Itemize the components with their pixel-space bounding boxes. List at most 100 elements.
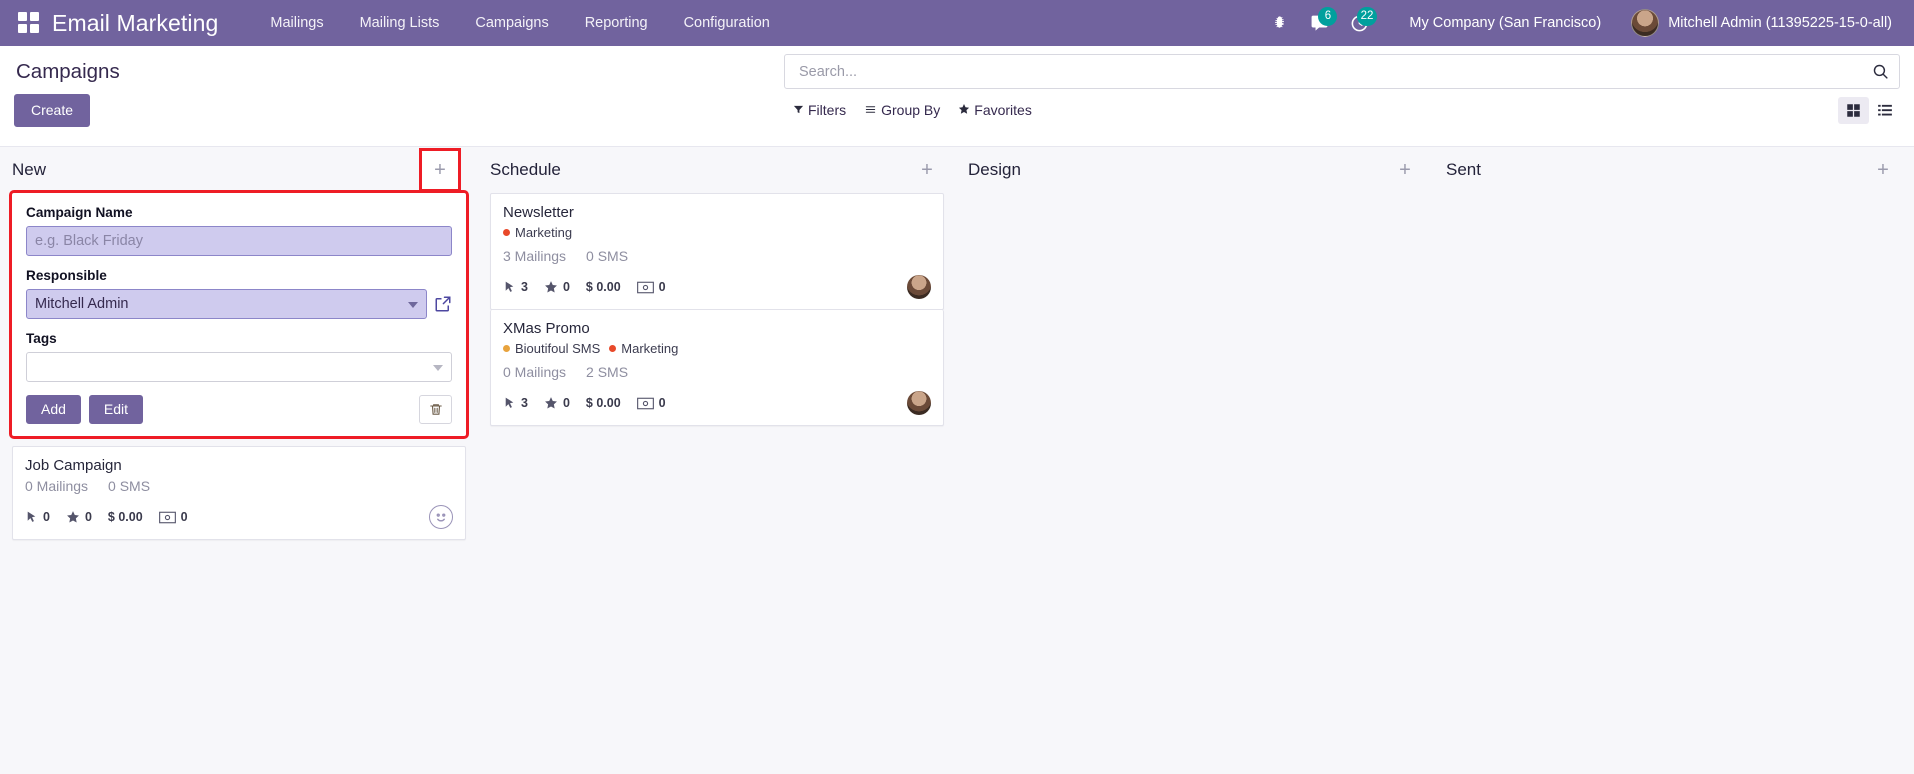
kanban-card-job-campaign[interactable]: Job Campaign 0 Mailings 0 SMS 0 0 $ 0.00… [12, 446, 466, 540]
stat-invoiced-value: 0 [180, 510, 188, 524]
card-stats: 3 0 $ 0.00 0 [503, 275, 931, 299]
stat-invoiced: 0 [158, 510, 188, 524]
menu-item-mailing-lists[interactable]: Mailing Lists [342, 9, 458, 37]
tag-label: Marketing [515, 225, 573, 240]
kanban-column-header: Schedule + [478, 147, 944, 193]
search-icon[interactable] [1872, 63, 1889, 80]
app-brand-title[interactable]: Email Marketing [52, 10, 218, 37]
star-icon [958, 102, 970, 118]
apps-grid-icon[interactable] [18, 12, 40, 34]
stat-revenue-value: $ 0.00 [585, 396, 621, 410]
card-counts: 0 Mailings 2 SMS [503, 364, 931, 380]
activities-badge: 22 [1356, 7, 1378, 26]
card-tags: Bioutifoul SMS Marketing [503, 341, 931, 356]
filter-icon [793, 102, 804, 118]
stat-invoiced-value: 0 [658, 280, 666, 294]
plus-icon[interactable]: + [1390, 155, 1420, 185]
messages-icon[interactable]: 6 [1299, 6, 1339, 40]
stat-clicks-value: 3 [521, 280, 528, 294]
responsible-value: Mitchell Admin [35, 296, 129, 312]
page-title: Campaigns [16, 60, 120, 83]
tag-label: Bioutifoul SMS [515, 341, 601, 356]
stat-revenue: $ 0.00 [108, 510, 143, 524]
card-sms-count: 0 SMS [586, 248, 629, 264]
search-bar[interactable] [784, 54, 1900, 89]
user-menu[interactable]: Mitchell Admin (11395225-15-0-all) [1617, 5, 1900, 41]
stat-leads: 0 [66, 510, 92, 524]
kanban-column-title: Schedule [490, 160, 561, 179]
kanban-column-sent: Sent + [1434, 147, 1912, 774]
apps-grid-square [18, 12, 27, 21]
plus-icon[interactable]: + [912, 155, 942, 185]
control-panel-right: Filters Group By F [784, 54, 1900, 124]
kanban-column-new: New + Campaign Name Responsible Mitchell… [0, 147, 478, 774]
responsible-row: Mitchell Admin [26, 289, 452, 319]
card-stats: 3 0 $ 0.00 0 [503, 391, 931, 415]
stat-leads: 0 [544, 280, 570, 294]
debug-bug-icon[interactable] [1259, 6, 1299, 40]
trash-icon[interactable] [419, 395, 452, 424]
responsible-label: Responsible [26, 268, 107, 283]
campaign-name-input[interactable] [26, 226, 452, 256]
card-sms-count: 0 SMS [108, 478, 151, 494]
card-mailings-count: 0 Mailings [25, 478, 89, 494]
plus-icon[interactable]: + [1868, 155, 1898, 185]
list-view-button[interactable] [1869, 97, 1900, 124]
tag-color-dot [609, 345, 617, 352]
tag-label: Marketing [621, 341, 679, 356]
chevron-down-icon [433, 365, 443, 371]
card-title: XMas Promo [503, 320, 590, 337]
kanban-column-title: Sent [1446, 160, 1481, 179]
apps-grid-square [30, 24, 39, 33]
card-title: Job Campaign [25, 457, 122, 474]
activities-clock-icon[interactable]: 22 [1339, 6, 1379, 40]
plus-icon[interactable]: + [419, 148, 461, 192]
quick-create-form: Campaign Name Responsible Mitchell Admin [12, 193, 466, 436]
kanban-view-button[interactable] [1838, 96, 1869, 124]
avatar[interactable] [907, 275, 931, 299]
quick-create-actions: Add Edit [26, 395, 452, 424]
edit-button[interactable]: Edit [88, 395, 144, 424]
menu-item-configuration[interactable]: Configuration [666, 9, 788, 37]
star-icon [67, 511, 79, 523]
tag-color-dot [503, 229, 510, 236]
star-icon [545, 281, 557, 293]
add-button[interactable]: Add [26, 395, 81, 424]
kanban-column-title: Design [968, 160, 1021, 179]
main-menu: Mailings Mailing Lists Campaigns Reporti… [252, 9, 787, 37]
tags-select[interactable] [26, 352, 452, 382]
stat-clicks: 3 [503, 396, 528, 410]
tags-label: Tags [26, 331, 57, 346]
group-by-button[interactable]: Group By [855, 99, 949, 121]
filters-button[interactable]: Filters [784, 99, 855, 121]
banknote-icon [636, 281, 654, 293]
kanban-column-header: New + [0, 147, 466, 193]
kanban-card-newsletter[interactable]: Newsletter Marketing 3 Mailings 0 SMS 3 [490, 193, 944, 310]
kanban-column-header: Design + [956, 147, 1422, 193]
search-input[interactable] [797, 62, 1872, 81]
company-switcher[interactable]: My Company (San Francisco) [1393, 9, 1617, 37]
quick-create-highlight: Campaign Name Responsible Mitchell Admin [9, 190, 469, 439]
menu-item-campaigns[interactable]: Campaigns [457, 9, 566, 37]
menu-item-mailings[interactable]: Mailings [252, 9, 341, 37]
menu-item-reporting[interactable]: Reporting [567, 9, 666, 37]
chevron-down-icon [408, 302, 418, 308]
stat-leads: 0 [544, 396, 570, 410]
kanban-card-xmas-promo[interactable]: XMas Promo Bioutifoul SMS Marketing 0 Ma… [490, 310, 944, 426]
navbar-systray: 6 22 My Company (San Francisco) Mitchell… [1259, 5, 1900, 41]
stat-leads-value: 0 [84, 510, 92, 524]
responsible-select[interactable]: Mitchell Admin [26, 289, 427, 319]
filter-row: Filters Group By Favorites [784, 96, 1900, 124]
campaign-name-label: Campaign Name [26, 205, 133, 220]
favorites-button[interactable]: Favorites [949, 99, 1041, 121]
card-mailings-count: 0 Mailings [503, 364, 567, 380]
smiley-placeholder-avatar[interactable] [429, 505, 453, 529]
kanban-column-body: Campaign Name Responsible Mitchell Admin [0, 190, 469, 540]
stat-revenue-value: $ 0.00 [585, 280, 621, 294]
avatar[interactable] [907, 391, 931, 415]
external-link-icon[interactable] [434, 295, 452, 313]
card-counts: 3 Mailings 0 SMS [503, 248, 931, 264]
favorites-label: Favorites [974, 102, 1032, 118]
create-button[interactable]: Create [14, 94, 91, 127]
